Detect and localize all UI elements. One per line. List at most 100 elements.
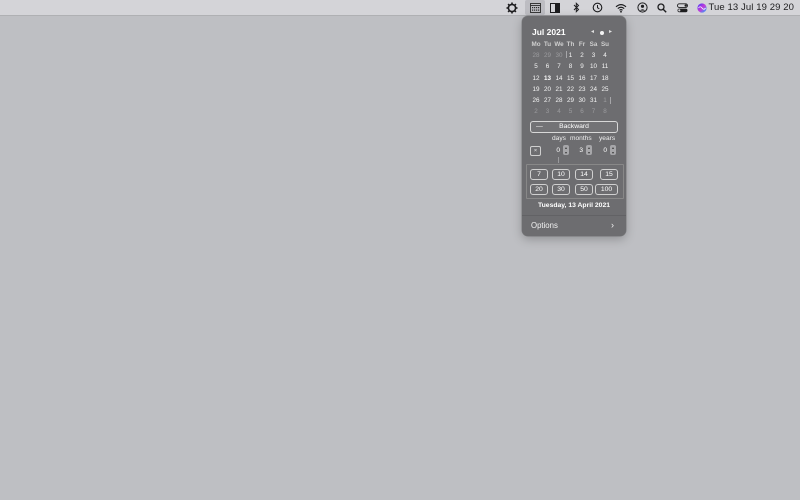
calendar-day-text: 2 (534, 108, 538, 116)
days-value[interactable]: 0 (550, 147, 560, 154)
preset-button[interactable]: 20 (530, 184, 548, 195)
calendar-month-title: Jul 2021 (532, 27, 566, 37)
calendar-day-text: 7 (591, 108, 596, 116)
weekday-header-text: Fr (578, 41, 586, 48)
prev-month-button[interactable]: ◂ (591, 28, 594, 37)
calendar-day[interactable]: 10 (588, 61, 600, 72)
preset-button[interactable]: 15 (600, 169, 618, 180)
years-stepper[interactable]: ▴ ▾ (610, 145, 616, 155)
time-machine-icon[interactable] (591, 1, 604, 14)
calendar-day-text: 24 (589, 85, 597, 93)
calendar-day[interactable]: 6 (542, 61, 554, 72)
clear-button[interactable]: × (530, 146, 541, 156)
calendar-day[interactable]: 19 (530, 84, 542, 95)
calendar-day[interactable]: 2 (576, 50, 588, 61)
calendar-day-text: 1 (568, 52, 573, 60)
bluetooth-icon[interactable] (571, 1, 581, 14)
calendar-day[interactable]: 26 (530, 95, 542, 106)
calendar-day[interactable]: 3 (588, 50, 600, 61)
gear-icon[interactable] (505, 1, 519, 14)
calendar-day[interactable]: 5 (565, 106, 577, 117)
calendar-day[interactable]: 8 (599, 106, 611, 117)
today-dot-button[interactable] (600, 31, 604, 35)
calendar-day[interactable]: 14 (553, 73, 565, 84)
calendar-day[interactable]: 7 (553, 61, 565, 72)
calendar-day[interactable]: 4 (599, 50, 611, 61)
calendar-day[interactable]: 27 (542, 95, 554, 106)
direction-dash: — (536, 123, 543, 130)
menubar-clock[interactable]: Tue 13 Jul 19 29 20 (708, 0, 794, 15)
weekday-header: Su (599, 39, 611, 50)
months-stepper[interactable]: ▴ ▾ (586, 145, 592, 155)
calendar-day[interactable]: 28 (553, 95, 565, 106)
calendar-day-text: 6 (580, 108, 584, 116)
direction-toggle-button[interactable]: — Backward (530, 121, 618, 133)
preset-button[interactable]: 30 (552, 184, 570, 195)
days-label: days (552, 135, 566, 142)
calendar-day[interactable]: 21 (553, 84, 565, 95)
years-value[interactable]: 0 (597, 147, 607, 154)
calendar-day-text: 25 (601, 85, 609, 93)
calendar-day-text: 20 (543, 85, 551, 93)
calendar-day[interactable]: 29 (542, 50, 554, 61)
weekday-header: Th (565, 39, 577, 50)
calendar-day[interactable]: 30 (576, 95, 588, 106)
calendar-day[interactable]: 3 (542, 106, 554, 117)
wifi-icon[interactable] (614, 1, 628, 14)
calendar-day[interactable]: 8 (565, 61, 577, 72)
calendar-day[interactable]: 7 (588, 106, 600, 117)
user-icon[interactable] (636, 1, 649, 14)
next-month-button[interactable]: ▸ (609, 28, 612, 37)
siri-icon[interactable] (696, 1, 708, 14)
calendar-day[interactable]: 29 (565, 95, 577, 106)
calendar-day[interactable]: 24 (588, 84, 600, 95)
weekday-header: Mo (530, 39, 542, 50)
divider-tick (558, 157, 559, 163)
calendar-icon[interactable] (528, 1, 542, 14)
calendar-day-today[interactable]: 13 (541, 72, 554, 84)
calendar-day[interactable]: 6 (576, 106, 588, 117)
calendar-day-text: 10 (589, 63, 597, 71)
calendar-day[interactable]: 23 (576, 84, 588, 95)
calendar-day[interactable]: 22 (565, 84, 577, 95)
calendar-day-text: 1 (603, 97, 607, 104)
calendar-day-text: 2 (580, 52, 584, 60)
calendar-day-text: 30 (578, 97, 586, 104)
control-center-icon[interactable] (676, 1, 689, 14)
months-value[interactable]: 3 (573, 147, 583, 154)
split-square-icon[interactable] (549, 1, 561, 14)
calendar-day[interactable]: 30 (553, 50, 565, 61)
calendar-day-text: 28 (555, 97, 563, 104)
calendar-day[interactable]: 11 (599, 61, 611, 72)
search-icon[interactable] (656, 1, 668, 14)
calendar-day[interactable]: 2 (530, 106, 542, 117)
calendar-day-text: 26 (532, 97, 540, 104)
preset-button[interactable]: 10 (552, 169, 570, 180)
calendar-day[interactable]: 17 (588, 73, 600, 84)
weekday-header-text: Su (600, 41, 610, 48)
calendar-day[interactable]: 5 (530, 61, 542, 72)
date-calculator-popover: Jul 2021 ◂ ▸ Mo Tu We Th Fr Sa Su 28 29 30 1 2 3 4 5 6 7… (522, 16, 626, 236)
days-stepper[interactable]: ▴ ▾ (563, 145, 569, 155)
calendar-day[interactable]: 28 (530, 50, 542, 61)
calendar-day[interactable]: 18 (599, 73, 611, 84)
calendar-day[interactable]: 12 (530, 73, 542, 84)
calendar-day[interactable]: 9 (576, 61, 588, 72)
preset-button[interactable]: 100 (595, 184, 618, 195)
calendar-day-text: 7 (557, 63, 561, 71)
options-menu-item[interactable]: Options (531, 221, 558, 230)
chevron-right-icon[interactable]: › (611, 220, 614, 230)
preset-button[interactable]: 14 (575, 169, 593, 180)
calendar-day[interactable]: 20 (542, 84, 554, 95)
weekday-header-text: Sa (589, 41, 598, 48)
preset-button[interactable]: 50 (575, 184, 593, 195)
calendar-day[interactable]: 31 (588, 95, 600, 106)
calendar-day[interactable]: 4 (553, 106, 565, 117)
preset-button[interactable]: 7 (530, 169, 548, 180)
calendar-day[interactable]: 16 (576, 73, 588, 84)
calendar-day-today-text: 13 (543, 74, 551, 82)
calendar-day-text: 31 (589, 97, 597, 104)
calendar-day[interactable]: 15 (565, 73, 577, 84)
calendar-day[interactable]: 25 (599, 84, 611, 95)
calendar-day-text: 29 (566, 97, 574, 104)
